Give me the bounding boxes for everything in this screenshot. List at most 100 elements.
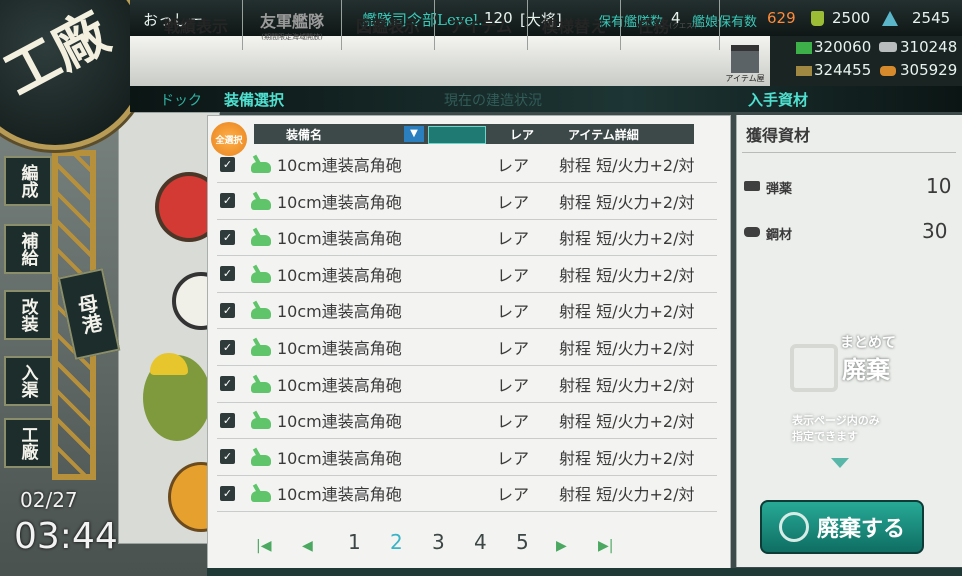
item-shop-label: アイテム屋 [725, 74, 765, 83]
row-equipment-name: 10cm連装高角砲 [277, 156, 402, 175]
high-angle-gun-icon [249, 337, 271, 357]
gear-box-icon [790, 344, 838, 392]
row-detail: 射程 短/火力+2/対 [559, 485, 695, 505]
high-angle-gun-icon [249, 410, 271, 430]
side-arsenal[interactable]: 工廠 [4, 418, 52, 468]
row-rarity: レア [497, 339, 530, 358]
equipment-row[interactable]: ✓ 10cm連装高角砲 レア 射程 短/火力+2/対 [217, 439, 717, 476]
nav-friend-fleet[interactable]: 友軍艦隊 (期間限定海域開放) [243, 0, 342, 50]
row-detail: 射程 短/火力+2/対 [559, 375, 695, 395]
row-detail: 射程 短/火力+2/対 [559, 412, 695, 432]
first-page-button[interactable]: |◀ [256, 538, 271, 554]
row-rarity: レア [497, 302, 530, 322]
nav-items[interactable]: アイテム [435, 0, 528, 50]
row-rarity: レア [497, 448, 530, 468]
row-detail: 射程 短/火力+2/対 [559, 339, 695, 358]
row-detail: 射程 短/火力+2/対 [559, 448, 695, 468]
row-checkbox[interactable]: ✓ [220, 266, 235, 282]
side-remodel[interactable]: 改装 [4, 290, 52, 340]
ammo-icon [796, 66, 812, 76]
high-angle-gun-icon [249, 264, 271, 284]
nav-furniture-label: 模様替え [541, 17, 606, 36]
equipment-row[interactable]: ✓ 10cm連装高角砲 レア 射程 短/火力+2/対 [217, 292, 717, 330]
row-checkbox[interactable]: ✓ [220, 339, 235, 355]
equipment-row[interactable]: ✓ 10cm連装高角砲 レア 射程 短/火力+2/対 [217, 219, 717, 257]
ammo-obtained-label: 弾薬 [766, 182, 793, 197]
nav-quests[interactable]: 任務 (クエスト) [621, 0, 720, 50]
filter-button[interactable] [428, 126, 486, 144]
row-checkbox[interactable]: ✓ [220, 302, 235, 318]
page-2-current[interactable]: 2 [390, 530, 403, 554]
last-page-button[interactable]: ▶| [598, 538, 613, 554]
row-checkbox[interactable]: ✓ [220, 193, 235, 209]
row-rarity: レア [497, 229, 530, 249]
scrap-button[interactable]: 廃棄する [760, 500, 924, 554]
steel-obtained-value: 30 [922, 219, 948, 243]
equipment-row[interactable]: ✓ 10cm連装高角砲 レア 射程 短/火力+2/対 [217, 329, 717, 366]
high-angle-gun-icon [249, 483, 271, 503]
side-organize[interactable]: 編成 [4, 156, 52, 206]
row-equipment-name: 10cm連装高角砲 [277, 485, 402, 505]
row-detail: 射程 短/火力+2/対 [559, 302, 695, 322]
row-rarity: レア [497, 265, 530, 285]
nav-friend-fleet-sub: (期間限定海域開放) [261, 33, 323, 41]
sort-dropdown[interactable]: ▼ [404, 126, 424, 142]
clock-date: 02/27 [20, 488, 78, 512]
row-checkbox[interactable]: ✓ [220, 156, 235, 172]
row-checkbox[interactable]: ✓ [220, 412, 235, 428]
row-checkbox[interactable]: ✓ [220, 485, 235, 501]
high-angle-gun-icon [249, 154, 271, 174]
bulk-note1: 表示ページ内のみ [792, 414, 880, 427]
row-rarity: レア [497, 156, 530, 175]
ammo-obtained-value: 10 [926, 174, 952, 198]
equipment-row[interactable]: ✓ 10cm連装高角砲 レア 射程 短/火力+2/対 [217, 146, 717, 183]
col-rarity: レア [510, 128, 535, 142]
high-angle-gun-icon [249, 191, 271, 211]
page-1[interactable]: 1 [348, 530, 361, 554]
nav-album-label: 図鑑表示 [355, 17, 420, 36]
next-page-button[interactable]: ▶ [556, 538, 567, 554]
equipment-row[interactable]: ✓ 10cm連装高角砲 レア 射程 短/火力+2/対 [217, 183, 717, 220]
row-checkbox[interactable]: ✓ [220, 376, 235, 392]
page-5[interactable]: 5 [516, 530, 529, 554]
bulk-scrap-button[interactable]: まとめて 廃棄 表示ページ内のみ 指定できます [790, 330, 910, 443]
row-detail: 射程 短/火力+2/対 [559, 229, 695, 249]
devmat-count: 2545 [912, 9, 951, 27]
side-supply[interactable]: 補給 [4, 224, 52, 274]
equipment-row[interactable]: ✓ 10cm連装高角砲 レア 射程 短/火力+2/対 [217, 475, 717, 513]
obtained-divider [742, 152, 956, 153]
high-angle-gun-icon [249, 374, 271, 394]
ammo-obtained-icon [744, 181, 760, 191]
steel-icon [879, 42, 897, 52]
row-equipment-name: 10cm連装高角砲 [277, 302, 402, 322]
row-equipment-name: 10cm連装高角砲 [277, 192, 402, 212]
ammo-count: 324455 [814, 61, 872, 79]
prev-page-button[interactable]: ◀ [302, 538, 313, 554]
high-angle-gun-icon [249, 447, 271, 467]
page-4[interactable]: 4 [474, 530, 487, 554]
nav-album[interactable]: 図鑑表示 [342, 0, 435, 50]
ships-count: 629 [767, 9, 796, 27]
steel-obtained-icon [744, 227, 760, 237]
row-checkbox[interactable]: ✓ [220, 449, 235, 465]
row-checkbox[interactable]: ✓ [220, 229, 235, 245]
obtained-title: 獲得資材 [746, 126, 811, 145]
nav-record[interactable]: 戦績表示 [150, 0, 243, 50]
row-rarity: レア [497, 375, 530, 395]
equipment-row[interactable]: ✓ 10cm連装高角砲 レア 射程 短/火力+2/対 [217, 366, 717, 403]
col-detail: アイテム詳細 [568, 128, 639, 142]
obtained-label: 入手資材 [748, 91, 809, 109]
page-3[interactable]: 3 [432, 530, 445, 554]
bulk-line2: 廃棄 [842, 356, 890, 384]
clock-time: 03:44 [14, 516, 118, 557]
equipment-row[interactable]: ✓ 10cm連装高角砲 レア 射程 短/火力+2/対 [217, 256, 717, 293]
equipment-row[interactable]: ✓ 10cm連装高角砲 レア 射程 短/火力+2/対 [217, 402, 717, 440]
nav-record-label: 戦績表示 [163, 17, 228, 36]
side-repair[interactable]: 入渠 [4, 356, 52, 406]
bucket-count: 2500 [832, 9, 871, 27]
select-all-label: 全選択 [215, 135, 243, 146]
nav-furniture[interactable]: 模様替え [528, 0, 621, 50]
row-rarity: レア [497, 192, 530, 212]
bottom-frame [207, 568, 962, 576]
item-shop-button[interactable]: アイテム屋 [722, 38, 768, 84]
